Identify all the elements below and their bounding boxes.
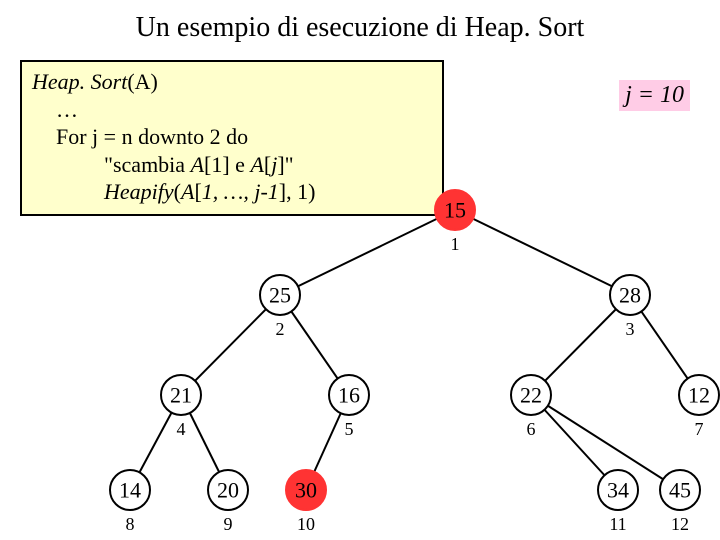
node-value: 22 bbox=[520, 383, 542, 408]
tree-node-10: 30 10 bbox=[286, 470, 326, 534]
edge-2-4 bbox=[181, 295, 280, 395]
node-index: 6 bbox=[527, 419, 536, 439]
node-value: 16 bbox=[338, 383, 360, 408]
node-index: 10 bbox=[297, 514, 315, 534]
tree-node-9: 20 9 bbox=[208, 470, 248, 534]
tree-node-1: 15 1 bbox=[435, 190, 475, 254]
node-index: 11 bbox=[609, 514, 626, 534]
node-value: 14 bbox=[119, 478, 141, 503]
tree-node-11: 34 11 bbox=[598, 470, 638, 534]
edge-1-3 bbox=[455, 210, 630, 295]
node-value: 20 bbox=[217, 478, 239, 503]
tree-node-12: 45 12 bbox=[660, 470, 700, 534]
tree-node-5: 16 5 bbox=[329, 375, 369, 439]
tree-node-8: 14 8 bbox=[110, 470, 150, 534]
edge-3-6 bbox=[531, 295, 630, 395]
node-index: 2 bbox=[276, 319, 285, 339]
node-index: 4 bbox=[177, 419, 186, 439]
node-index: 7 bbox=[695, 419, 704, 439]
tree-node-7: 12 7 bbox=[679, 375, 719, 439]
node-value: 34 bbox=[607, 478, 629, 503]
edge-1-2 bbox=[280, 210, 455, 295]
tree-node-3: 28 3 bbox=[610, 275, 650, 339]
node-value: 12 bbox=[688, 383, 710, 408]
tree-node-4: 21 4 bbox=[161, 375, 201, 439]
tree-node-2: 25 2 bbox=[260, 275, 300, 339]
node-index: 9 bbox=[224, 514, 233, 534]
tree-node-6: 22 6 bbox=[511, 375, 551, 439]
node-value: 45 bbox=[669, 478, 691, 503]
node-value: 25 bbox=[269, 283, 291, 308]
node-index: 12 bbox=[671, 514, 689, 534]
node-index: 8 bbox=[126, 514, 135, 534]
heap-tree: 15 1 25 2 28 3 21 4 16 5 22 6 12 7 14 8 … bbox=[0, 0, 720, 540]
node-value: 30 bbox=[295, 478, 317, 503]
node-index: 1 bbox=[451, 234, 460, 254]
node-value: 15 bbox=[444, 198, 466, 223]
node-index: 3 bbox=[626, 319, 635, 339]
node-value: 28 bbox=[619, 283, 641, 308]
node-index: 5 bbox=[345, 419, 354, 439]
node-value: 21 bbox=[170, 383, 192, 408]
